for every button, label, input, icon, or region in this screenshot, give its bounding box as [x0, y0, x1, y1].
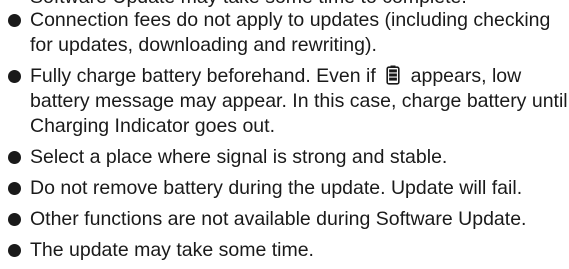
bullet-dot-icon — [8, 182, 21, 195]
bullet-dot-icon — [8, 70, 21, 83]
bullet-text: Select a place where signal is strong an… — [30, 146, 448, 168]
bullet-text: The update may take some time. — [30, 239, 314, 261]
bullet-dot-icon — [8, 14, 21, 27]
bullet-text: Do not remove battery during the update.… — [30, 177, 523, 199]
bullet-dot-icon — [8, 244, 21, 257]
bullet-text: Other functions are not available during… — [30, 208, 527, 230]
bullet-item-other-functions: Other functions are not available during… — [0, 207, 569, 232]
bullet-item-update-time: The update may take some time. — [0, 238, 569, 263]
bullet-item-charge-battery: Fully charge battery beforehand. Even if… — [0, 64, 569, 139]
bullet-item-signal: Select a place where signal is strong an… — [0, 145, 569, 170]
bullet-list: Connection fees do not apply to updates … — [0, 8, 569, 269]
bullet-item-battery-removal: Do not remove battery during the update.… — [0, 176, 569, 201]
bullet-dot-icon — [8, 213, 21, 226]
bullet-item-connection-fees: Connection fees do not apply to updates … — [0, 8, 569, 58]
bullet-text: Connection fees do not apply to updates … — [30, 9, 551, 56]
battery-icon — [386, 65, 400, 85]
bullet-text-before-icon: Fully charge battery beforehand. Even if — [30, 65, 376, 87]
bullet-dot-icon — [8, 151, 21, 164]
